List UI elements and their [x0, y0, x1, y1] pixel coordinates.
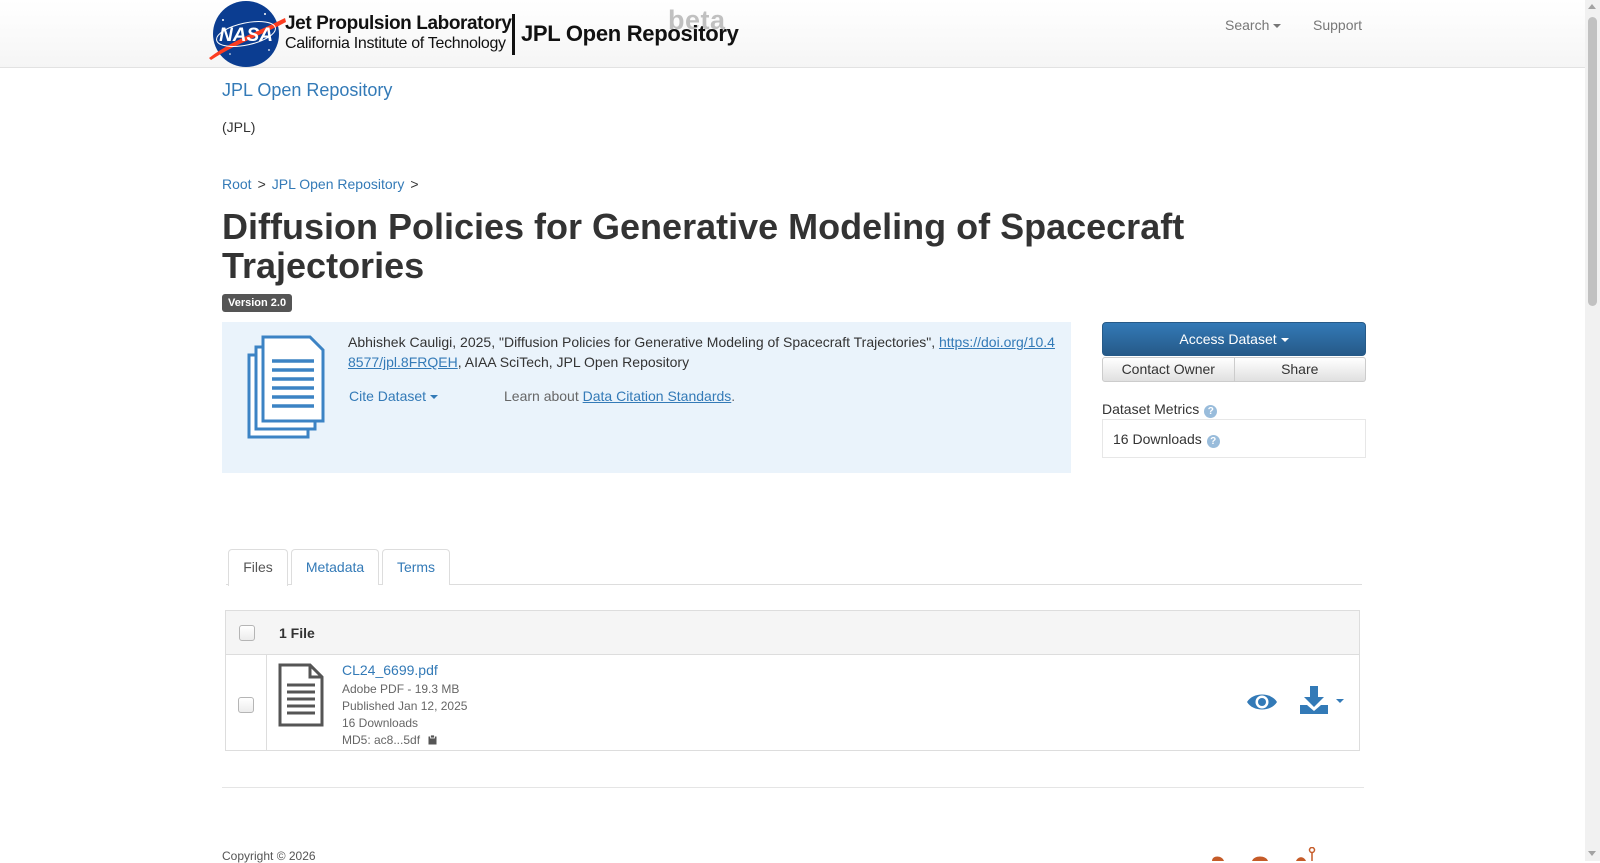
nasa-logo-icon: NASA — [209, 1, 286, 67]
learn-prefix: Learn about — [504, 388, 583, 404]
eye-icon[interactable] — [1246, 691, 1278, 713]
dataverse-affiliation: (JPL) — [222, 119, 256, 135]
metrics-box: 16 Downloads? — [1102, 419, 1366, 458]
downloads-count: 16 Downloads — [1113, 431, 1202, 447]
breadcrumb: Root > JPL Open Repository > — [222, 176, 425, 192]
scroll-down-arrow-icon[interactable] — [1588, 851, 1596, 856]
citation-prefix: Abhishek Cauligi, 2025, "Diffusion Polic… — [348, 334, 939, 350]
footer-divider — [222, 787, 1364, 788]
question-circle-icon[interactable]: ? — [1206, 435, 1220, 448]
chevron-down-icon[interactable] — [1336, 699, 1344, 703]
dataverse-logo-icon[interactable] — [1208, 847, 1320, 861]
share-button[interactable]: Share — [1234, 357, 1366, 382]
breadcrumb-separator: > — [410, 176, 419, 192]
tab-terms[interactable]: Terms — [382, 549, 450, 585]
top-navbar: NASA Jet Propulsion Laboratory Californi… — [0, 0, 1585, 68]
file-downloads: 16 Downloads — [342, 716, 419, 730]
dataset-actions-group: Contact Owner Share — [1102, 357, 1366, 382]
dataset-title: Diffusion Policies for Generative Modeli… — [222, 206, 1185, 286]
question-circle-icon[interactable]: ? — [1204, 405, 1218, 418]
file-document-icon — [278, 663, 324, 727]
chevron-down-icon — [1280, 338, 1289, 343]
citation-text: Abhishek Cauligi, 2025, "Diffusion Polic… — [348, 332, 1060, 372]
metrics-downloads: 16 Downloads? — [1113, 431, 1220, 448]
nav-support-link[interactable]: Support — [1313, 17, 1362, 33]
org-name: Jet Propulsion Laboratory — [285, 13, 512, 34]
access-dataset-button[interactable]: Access Dataset — [1102, 322, 1366, 356]
download-icon[interactable] — [1299, 685, 1329, 715]
files-count: 1 File — [279, 625, 315, 641]
row-checkbox-cell — [226, 655, 267, 751]
cite-dataset-label: Cite Dataset — [349, 388, 427, 404]
contact-owner-button[interactable]: Contact Owner — [1102, 357, 1235, 382]
file-name-link[interactable]: CL24_6699.pdf — [342, 662, 438, 678]
file-row-checkbox[interactable] — [238, 697, 254, 713]
files-table-header: 1 File — [226, 611, 1359, 655]
metrics-label-text: Dataset Metrics — [1102, 401, 1200, 417]
vertical-scrollbar[interactable] — [1585, 0, 1600, 861]
access-dataset-label: Access Dataset — [1179, 331, 1277, 347]
clipboard-icon[interactable] — [428, 735, 437, 745]
chevron-down-icon — [1273, 24, 1282, 29]
org-subtitle: California Institute of Technology — [285, 35, 506, 52]
learn-about-text: Learn about Data Citation Standards. — [504, 388, 735, 404]
citation-suffix: , AIAA SciTech, JPL Open Repository — [457, 354, 690, 370]
data-citation-standards-link[interactable]: Data Citation Standards — [583, 388, 732, 404]
citation-box: Abhishek Cauligi, 2025, "Diffusion Polic… — [222, 322, 1071, 473]
learn-suffix: . — [731, 388, 736, 404]
tab-metadata[interactable]: Metadata — [291, 549, 379, 585]
nav-search-dropdown[interactable]: Search — [1225, 17, 1282, 33]
nasa-logo-text: NASA — [219, 25, 273, 46]
file-md5: MD5: ac8...5df — [342, 733, 437, 747]
select-all-checkbox[interactable] — [239, 625, 255, 641]
scrollbar-thumb[interactable] — [1588, 17, 1597, 306]
dataset-metrics-heading: Dataset Metrics? — [1102, 401, 1218, 418]
breadcrumb-jpl-open-repository[interactable]: JPL Open Repository — [272, 176, 405, 192]
file-md5-text: MD5: ac8...5df — [342, 733, 421, 747]
version-badge: Version 2.0 — [222, 294, 293, 312]
breadcrumb-separator: > — [257, 176, 266, 192]
file-published: Published Jan 12, 2025 — [342, 699, 468, 713]
files-table: 1 File CL24_6699.pdf Adobe PDF - 19.3 MB… — [225, 610, 1360, 751]
repo-name: JPL Open Repository — [521, 21, 739, 46]
nav-search-label: Search — [1225, 17, 1270, 33]
cite-dataset-dropdown[interactable]: Cite Dataset — [349, 388, 439, 404]
scroll-up-arrow-icon[interactable] — [1588, 4, 1596, 9]
logo-divider — [512, 14, 515, 55]
file-type-size: Adobe PDF - 19.3 MB — [342, 682, 460, 696]
dataverse-title-link[interactable]: JPL Open Repository — [222, 80, 392, 101]
chevron-down-icon — [430, 395, 439, 400]
tab-files[interactable]: Files — [228, 549, 288, 586]
dataset-document-stack-icon — [247, 335, 325, 439]
breadcrumb-root[interactable]: Root — [222, 176, 252, 192]
